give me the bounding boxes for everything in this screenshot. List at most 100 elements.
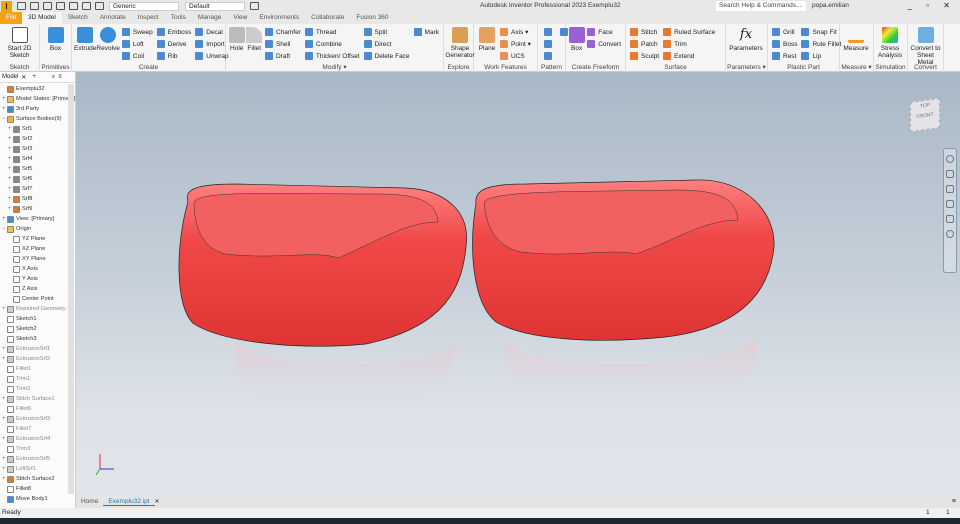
point-button[interactable]: Point ▾	[500, 38, 531, 50]
thread-button[interactable]: Thread	[304, 26, 360, 38]
tab-manage[interactable]: Manage	[192, 12, 228, 24]
draft-button[interactable]: Draft	[264, 50, 301, 62]
browser-item[interactable]: + Srf6	[0, 174, 75, 184]
browser-item[interactable]: Fillet6	[0, 404, 75, 414]
tab-annotate[interactable]: Annotate	[94, 12, 132, 24]
browser-item[interactable]: + ExtrusionSrf3	[0, 414, 75, 424]
browser-item[interactable]: YZ Plane	[0, 234, 75, 244]
axis-button[interactable]: Axis ▾	[500, 26, 531, 38]
surface-body-right[interactable]	[472, 179, 775, 413]
update-icon[interactable]	[95, 2, 104, 10]
shell-button[interactable]: Shell	[264, 38, 301, 50]
menu-icon[interactable]: ≡	[58, 74, 62, 80]
browser-item[interactable]: + Stitch Surface1	[0, 394, 75, 404]
browser-item[interactable]: Sketch1	[0, 314, 75, 324]
coil-button[interactable]: Coil	[121, 50, 153, 62]
lip-button[interactable]: Lip	[801, 50, 841, 62]
emboss-button[interactable]: Emboss	[156, 26, 191, 38]
help-search-input[interactable]: Search Help & Commands...	[716, 1, 806, 11]
home-icon[interactable]	[82, 2, 91, 10]
tab-fusion-360[interactable]: Fusion 360	[350, 12, 394, 24]
browser-item[interactable]: + Srf7	[0, 184, 75, 194]
browser-item[interactable]: Center Point	[0, 294, 75, 304]
browser-item[interactable]: Move Body1	[0, 494, 75, 504]
browser-item[interactable]: Trim2	[0, 384, 75, 394]
chamfer-button[interactable]: Chamfer	[264, 26, 301, 38]
snap-fit-button[interactable]: Snap Fit	[801, 26, 841, 38]
boss-button[interactable]: Boss	[772, 38, 797, 50]
surface-body-left[interactable]	[178, 183, 467, 418]
close-tab-icon[interactable]: ✕	[155, 498, 160, 505]
zoom-icon[interactable]	[946, 185, 954, 193]
menu-icon[interactable]: ≡	[952, 498, 956, 505]
sculpt-button[interactable]: Sculpt	[630, 50, 659, 62]
browser-item[interactable]: + ExtrusionSrf4	[0, 434, 75, 444]
ucs-button[interactable]: UCS	[500, 50, 531, 62]
ruled-surface-button[interactable]: Ruled Surface	[663, 26, 715, 38]
browser-item[interactable]: + ExtrusionSrf1	[0, 344, 75, 354]
browser-item[interactable]: +3rd Party	[0, 104, 75, 114]
browser-tab-model[interactable]: Model	[2, 74, 18, 80]
browser-item[interactable]: Fillet7	[0, 424, 75, 434]
rest-button[interactable]: Rest	[772, 50, 797, 62]
document-tab-exemplu32[interactable]: Exemplu32.ipt	[103, 498, 155, 506]
home-tab[interactable]: Home	[76, 498, 103, 505]
tab-tools[interactable]: Tools	[165, 12, 192, 24]
search-icon[interactable]: ⌕	[52, 74, 55, 81]
user-account[interactable]: popa.emilian	[812, 2, 849, 9]
extend-button[interactable]: Extend	[663, 50, 715, 62]
browser-item[interactable]: + Srf5	[0, 164, 75, 174]
look-at-icon[interactable]	[946, 230, 954, 238]
trim-button[interactable]: Trim	[663, 38, 715, 50]
tab-view[interactable]: View	[227, 12, 253, 24]
browser-item[interactable]: + Srf4	[0, 154, 75, 164]
tab-environments[interactable]: Environments	[253, 12, 305, 24]
browser-scrollbar[interactable]	[68, 84, 74, 494]
decal-button[interactable]: Decal	[195, 26, 228, 38]
thicken-offset-button[interactable]: Thicken/ Offset	[304, 50, 360, 62]
browser-item[interactable]: + Stitch Surface2	[0, 474, 75, 484]
browser-item[interactable]: − Surface Bodies(9)	[0, 114, 75, 124]
browser-item[interactable]: XY Plane	[0, 254, 75, 264]
import-button[interactable]: Import	[195, 38, 228, 50]
tab-3d-model[interactable]: 3D Model	[22, 12, 62, 24]
loft-button[interactable]: Loft	[121, 38, 153, 50]
browser-item[interactable]: + LoftSrf1	[0, 464, 75, 474]
undo-icon[interactable]	[56, 2, 65, 10]
browser-item[interactable]: Y Axis	[0, 274, 75, 284]
redo-icon[interactable]	[69, 2, 78, 10]
tab-collaborate[interactable]: Collaborate	[305, 12, 350, 24]
steering-wheel-icon[interactable]	[946, 155, 954, 163]
browser-item[interactable]: XZ Plane	[0, 244, 75, 254]
browser-item[interactable]: Fillet1	[0, 364, 75, 374]
sketch-pattern-icon[interactable]	[544, 52, 552, 60]
browser-item[interactable]: + Srf8	[0, 194, 75, 204]
browser-item[interactable]: + Srf1	[0, 124, 75, 134]
tab-sketch[interactable]: Sketch	[62, 12, 94, 24]
mark-button[interactable]: Mark	[413, 26, 439, 38]
tab-inspect[interactable]: Inspect	[132, 12, 165, 24]
stitch-button[interactable]: Stitch	[630, 26, 659, 38]
grill-button[interactable]: Grill	[772, 26, 797, 38]
split-button[interactable]: Split	[363, 26, 410, 38]
browser-item[interactable]: + Srf3	[0, 144, 75, 154]
circular-pattern-icon[interactable]	[544, 40, 552, 48]
tab-file[interactable]: File	[0, 12, 22, 24]
delete-face-button[interactable]: Delete Face	[363, 50, 410, 62]
browser-item[interactable]: + ExtrusionSrf2	[0, 354, 75, 364]
appearance-select[interactable]: Default	[185, 1, 245, 11]
browser-item[interactable]: Exemplu32	[0, 84, 75, 94]
save-icon[interactable]	[43, 2, 52, 10]
patch-button[interactable]: Patch	[630, 38, 659, 50]
add-icon[interactable]: +	[32, 74, 36, 80]
combine-button[interactable]: Combine	[304, 38, 360, 50]
browser-item[interactable]: − Origin	[0, 224, 75, 234]
browser-item[interactable]: + ExtrusionSrf5	[0, 454, 75, 464]
browser-item[interactable]: + Srf9	[0, 204, 75, 214]
browser-item[interactable]: + Repaired Geometry 1	[0, 304, 75, 314]
convert-button[interactable]: Convert	[587, 38, 621, 50]
direct-button[interactable]: Direct	[363, 38, 410, 50]
browser-item[interactable]: + Srf2	[0, 134, 75, 144]
graphics-viewport[interactable]: TOP FRONT	[76, 72, 960, 495]
viewcube[interactable]: TOP FRONT	[910, 97, 940, 133]
